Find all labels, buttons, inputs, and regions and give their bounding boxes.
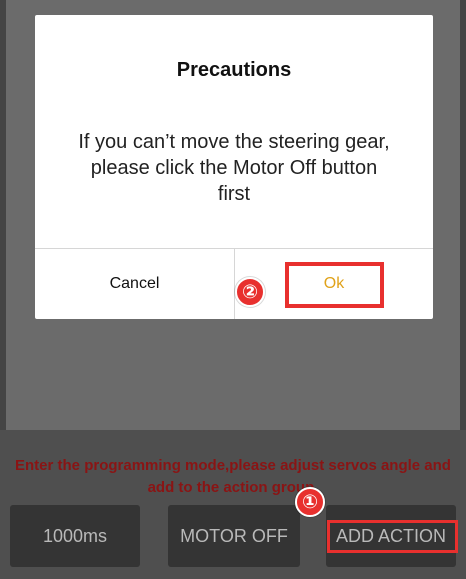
dialog-title: Precautions (176, 59, 292, 81)
step-1-marker: ① (295, 487, 325, 517)
cancel-button[interactable]: Cancel (35, 249, 234, 319)
dialog-message: If you can’t move the steering gear, ple… (78, 131, 390, 205)
time-button[interactable]: 1000ms (10, 505, 140, 567)
instruction-text: Enter the programming mode,please adjust… (15, 457, 451, 496)
step-2-marker: ② (235, 277, 265, 307)
motor-off-button[interactable]: MOTOR OFF (168, 505, 300, 567)
add-action-highlight (327, 520, 458, 553)
ok-button-highlight (285, 262, 384, 308)
